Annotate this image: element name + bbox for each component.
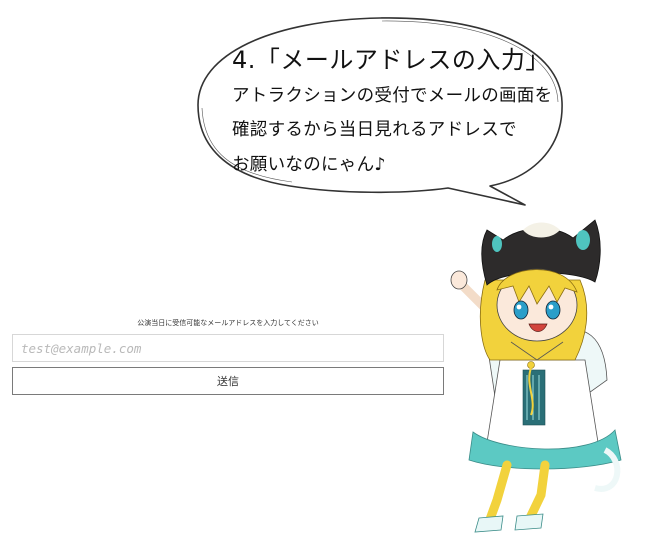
email-field-label: 公演当日に受信可能なメールアドレスを入力してください [137, 319, 319, 327]
bubble-title: 4.「メールアドレスの入力」 [232, 46, 550, 74]
mascot-character-image [445, 210, 650, 540]
submit-button[interactable]: 送信 [12, 367, 444, 395]
bubble-line: アトラクションの受付でメールの画面を [232, 86, 553, 106]
bubble-line: お願いなのにゃん♪ [232, 155, 386, 175]
bubble-line: 確認するから当日見れるアドレスで [232, 120, 517, 140]
email-field[interactable] [12, 334, 444, 362]
speech-bubble: 4.「メールアドレスの入力」 アトラクションの受付でメールの画面を 確認するから… [190, 10, 570, 210]
